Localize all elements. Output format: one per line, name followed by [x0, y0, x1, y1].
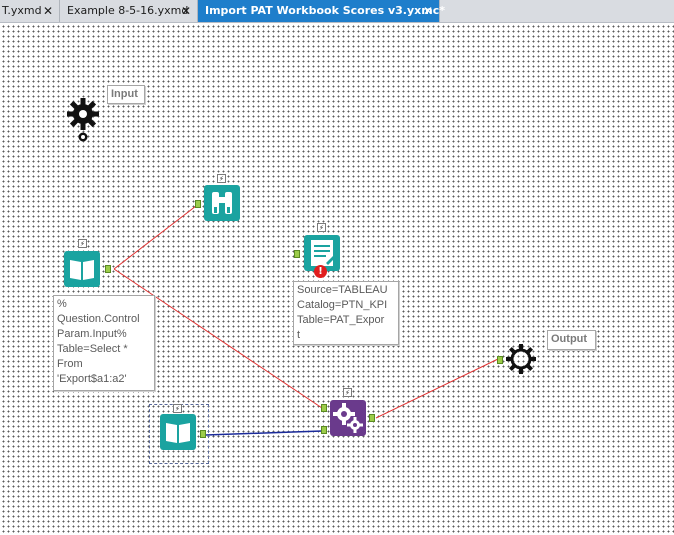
- close-icon[interactable]: ✕: [43, 0, 53, 22]
- tab-label: Example 8-5-16.yxmd: [67, 4, 189, 17]
- error-icon[interactable]: !: [314, 265, 327, 278]
- dynamic-input-annotation: Source=TABLEAU Catalog=PTN_KPI Table=PAT…: [293, 281, 399, 345]
- workflow-canvas[interactable]: Input ⚡ ⚡ ! Source=TABLEAU Catalog=PTN_K…: [0, 23, 674, 535]
- tab-t-yxmd[interactable]: T.yxmd ✕: [0, 0, 60, 22]
- annotation-text: Source=TABLEAU Catalog=PTN_KPI Table=PAT…: [297, 284, 388, 341]
- output-label: Output: [547, 330, 596, 350]
- binoculars-icon: [212, 192, 232, 214]
- browse-tool[interactable]: ⚡: [194, 174, 242, 224]
- batch-macro-icon-box: [330, 400, 366, 436]
- book-icon: [70, 260, 94, 280]
- gear-icon: [67, 98, 99, 130]
- close-icon[interactable]: ✕: [181, 0, 191, 22]
- output-anchor[interactable]: [200, 430, 206, 438]
- input-label: Input: [107, 85, 145, 104]
- control-input-anchor[interactable]: [321, 404, 327, 412]
- lightning-icon: ⚡: [173, 404, 182, 413]
- lightning-icon: ⚡: [217, 174, 226, 183]
- tab-bar: T.yxmd ✕ Example 8-5-16.yxmd ✕ Import PA…: [0, 0, 674, 23]
- lightning-icon: ⚡: [317, 223, 326, 232]
- dynamic-input-tool[interactable]: ⚡ !: [294, 223, 344, 279]
- input-icon-box: [64, 251, 100, 287]
- wire-input2-to-batch[interactable]: [205, 430, 323, 436]
- control-parameter-tool[interactable]: [63, 94, 103, 142]
- input-anchor[interactable]: [195, 200, 201, 208]
- input-anchor[interactable]: [497, 356, 503, 364]
- batch-macro-tool[interactable]: ⚡: [319, 388, 377, 440]
- tab-import-pat-workbook[interactable]: Import PAT Workbook Scores v3.yxmc* ✕: [198, 0, 445, 22]
- input-anchor[interactable]: [294, 250, 300, 258]
- wire-batch-to-output[interactable]: [375, 358, 499, 419]
- output-anchor[interactable]: [369, 414, 375, 422]
- browse-icon-box: [204, 185, 240, 221]
- tab-label: Import PAT Workbook Scores v3.yxmc*: [205, 4, 445, 17]
- gears-icon: [333, 403, 363, 433]
- book-icon: [166, 423, 190, 443]
- close-icon[interactable]: ✕: [423, 0, 433, 22]
- annotation-text: % Question.Control Param.Input% Table=Se…: [57, 298, 140, 385]
- gear-outline-icon: [506, 344, 536, 374]
- macro-output-tool[interactable]: [495, 341, 543, 379]
- wire-input1-to-browse[interactable]: [113, 205, 197, 270]
- tab-label: T.yxmd: [2, 4, 42, 17]
- tab-example-8-5-16[interactable]: Example 8-5-16.yxmd ✕: [60, 0, 198, 22]
- lightning-icon: ⚡: [343, 388, 352, 397]
- output-anchor[interactable]: [105, 265, 111, 273]
- question-icon: [78, 132, 88, 142]
- lightning-icon: ⚡: [78, 239, 87, 248]
- input-icon-box: [160, 414, 196, 450]
- input-tool-1-annotation: % Question.Control Param.Input% Table=Se…: [53, 295, 155, 391]
- input-tool-1[interactable]: ⚡: [62, 239, 116, 289]
- data-input-anchor[interactable]: [321, 426, 327, 434]
- input-tool-2[interactable]: ⚡: [155, 403, 209, 457]
